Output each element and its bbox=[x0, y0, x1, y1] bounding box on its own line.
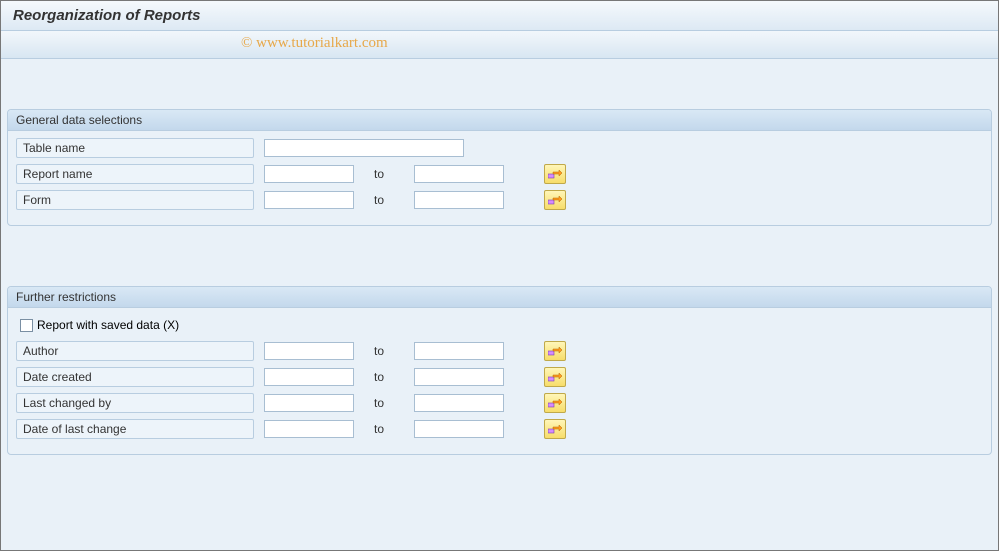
group-header-restrictions: Further restrictions bbox=[8, 287, 991, 308]
multiple-selection-button-author[interactable] bbox=[544, 341, 566, 361]
multiple-selection-button-last-changed-by[interactable] bbox=[544, 393, 566, 413]
label-date-last-change: Date of last change bbox=[16, 419, 254, 439]
row-date-created: Date created to bbox=[16, 366, 983, 388]
content-area: General data selections Table name Repor… bbox=[1, 59, 998, 455]
page-title: Reorganization of Reports bbox=[1, 1, 998, 31]
toolbar: © www.tutorialkart.com bbox=[1, 31, 998, 59]
watermark: © www.tutorialkart.com bbox=[241, 35, 388, 52]
label-date-created: Date created bbox=[16, 367, 254, 387]
input-author-to[interactable] bbox=[414, 342, 504, 360]
input-report-name-to[interactable] bbox=[414, 165, 504, 183]
group-general-data: General data selections Table name Repor… bbox=[7, 109, 992, 226]
arrow-stack-icon bbox=[548, 371, 562, 383]
row-saved-data-checkbox: Report with saved data (X) bbox=[16, 314, 983, 336]
input-table-name[interactable] bbox=[264, 139, 464, 157]
row-last-changed-by: Last changed by to bbox=[16, 392, 983, 414]
label-to: to bbox=[354, 167, 414, 181]
group-header-general: General data selections bbox=[8, 110, 991, 131]
label-to: to bbox=[354, 396, 414, 410]
multiple-selection-button-report[interactable] bbox=[544, 164, 566, 184]
row-table-name: Table name bbox=[16, 137, 983, 159]
input-date-created-to[interactable] bbox=[414, 368, 504, 386]
input-form-from[interactable] bbox=[264, 191, 354, 209]
input-date-last-change-from[interactable] bbox=[264, 420, 354, 438]
label-to: to bbox=[354, 370, 414, 384]
row-date-last-change: Date of last change to bbox=[16, 418, 983, 440]
arrow-stack-icon bbox=[548, 345, 562, 357]
label-table-name: Table name bbox=[16, 138, 254, 158]
multiple-selection-button-form[interactable] bbox=[544, 190, 566, 210]
label-to: to bbox=[354, 344, 414, 358]
row-author: Author to bbox=[16, 340, 983, 362]
input-last-changed-by-to[interactable] bbox=[414, 394, 504, 412]
input-date-last-change-to[interactable] bbox=[414, 420, 504, 438]
input-date-created-from[interactable] bbox=[264, 368, 354, 386]
input-author-from[interactable] bbox=[264, 342, 354, 360]
arrow-stack-icon bbox=[548, 168, 562, 180]
arrow-stack-icon bbox=[548, 397, 562, 409]
multiple-selection-button-date-created[interactable] bbox=[544, 367, 566, 387]
arrow-stack-icon bbox=[548, 194, 562, 206]
row-form: Form to bbox=[16, 189, 983, 211]
checkbox-saved-data[interactable] bbox=[20, 319, 33, 332]
input-form-to[interactable] bbox=[414, 191, 504, 209]
label-to: to bbox=[354, 193, 414, 207]
group-further-restrictions: Further restrictions Report with saved d… bbox=[7, 286, 992, 455]
label-form: Form bbox=[16, 190, 254, 210]
label-last-changed-by: Last changed by bbox=[16, 393, 254, 413]
label-report-name: Report name bbox=[16, 164, 254, 184]
input-report-name-from[interactable] bbox=[264, 165, 354, 183]
label-checkbox-saved-data: Report with saved data (X) bbox=[37, 318, 179, 332]
label-to: to bbox=[354, 422, 414, 436]
arrow-stack-icon bbox=[548, 423, 562, 435]
multiple-selection-button-date-last-change[interactable] bbox=[544, 419, 566, 439]
input-last-changed-by-from[interactable] bbox=[264, 394, 354, 412]
row-report-name: Report name to bbox=[16, 163, 983, 185]
label-author: Author bbox=[16, 341, 254, 361]
